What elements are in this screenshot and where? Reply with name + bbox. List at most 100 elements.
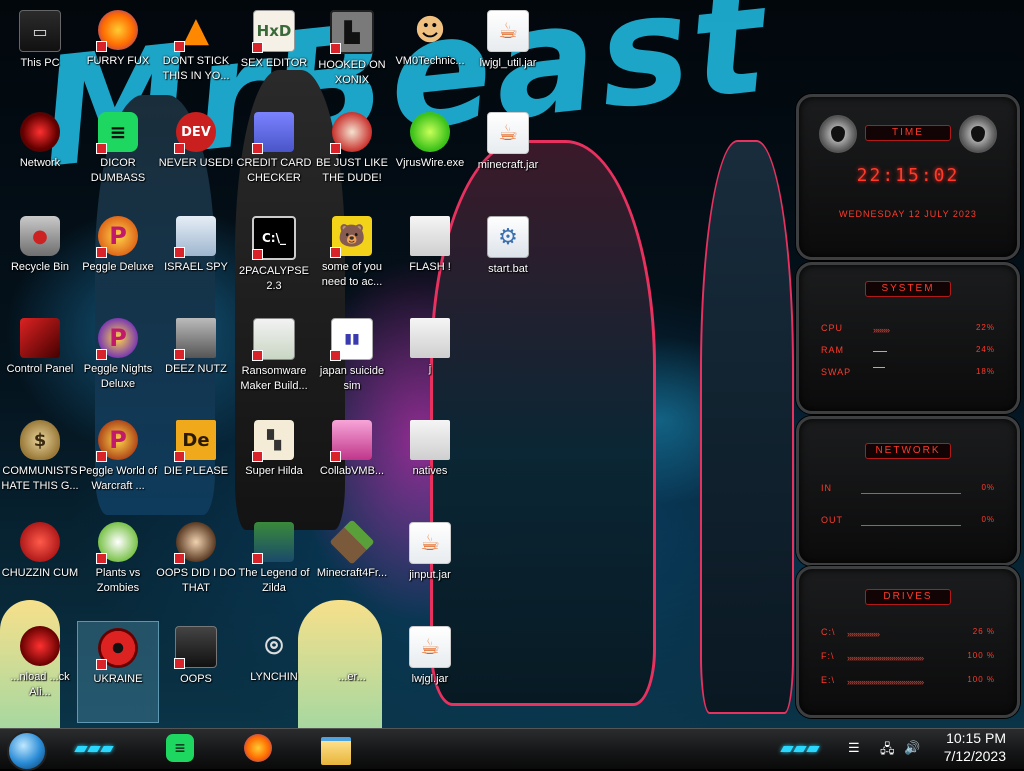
drive-e-row: E:\ »»»»»»»»»»»»»»»»»»» 100 % — [821, 675, 995, 689]
download-app-icon — [20, 626, 60, 666]
desktop-icon-be-just-like[interactable]: BE JUST LIKE THE DUDE! — [312, 106, 392, 206]
desktop-icon-vm0technic[interactable]: ☻ VM0Technic... — [390, 4, 470, 104]
desktop-icon-dicor[interactable]: ≡ DICOR DUMBASS — [78, 106, 158, 206]
desktop-icon-network[interactable]: Network — [0, 106, 80, 206]
drive-c-value: 26 % — [972, 627, 995, 636]
peggle-icon: P — [96, 216, 138, 258]
desktop-icon-j-folder[interactable]: j — [390, 312, 470, 412]
java-jar-icon: ☕ — [487, 112, 529, 154]
desktop-icon-control-panel[interactable]: Control Panel — [0, 312, 80, 412]
taskbar-deco-right — [780, 739, 821, 752]
time-widget: TIME 22:15:02 WEDNESDAY 12 JULY 2023 — [796, 94, 1020, 260]
taskbar-spotify-button[interactable]: ≡ — [162, 731, 198, 765]
java-jar-icon: ☕ — [409, 626, 451, 668]
desktop-icon-minecraft-ver[interactable]: ...er... — [312, 620, 392, 720]
drive-c-row: C:\ »»»»»»»» 26 % — [821, 627, 995, 641]
drive-f-label: F:\ — [821, 651, 835, 661]
desktop-icon-legend-zilda[interactable]: The Legend of Zilda — [234, 516, 314, 616]
taskbar-file-explorer-button[interactable] — [318, 731, 354, 765]
desktop-icon-ransomware[interactable]: Ransomware Maker Build... — [234, 312, 314, 412]
desktop-icon-plants-zombies[interactable]: Plants vs Zombies — [78, 516, 158, 616]
desktop-icon-furry-fux[interactable]: FURRY FUX — [78, 4, 158, 104]
santa-face-icon — [330, 112, 372, 154]
desktop-icon-peggle-deluxe[interactable]: P Peggle Deluxe — [78, 210, 158, 310]
taskbar — [0, 728, 1024, 769]
desktop-icon-flash[interactable]: FLASH ! — [390, 210, 470, 310]
system-widget-title: SYSTEM — [865, 281, 951, 297]
desktop-icon-super-hilda[interactable]: ▚ Super Hilda — [234, 414, 314, 514]
desktop-icon-dont-stick[interactable]: ▲ DONT STICK THIS IN YO... — [156, 4, 236, 104]
spotify-icon: ≡ — [96, 112, 138, 154]
drive-f-bar: »»»»»»»»»»»»»»»»»»» — [847, 653, 924, 663]
document-icon: ▮▮ — [330, 318, 373, 361]
credit-card-icon — [252, 112, 294, 154]
drive-e-value: 100 % — [967, 675, 995, 684]
desktop-icon-chuzzin[interactable]: CHUZZIN CUM — [0, 516, 80, 616]
desktop-icon-sex-editor[interactable]: HxD SEX EDITOR — [234, 4, 314, 104]
ram-bar — [873, 351, 887, 360]
desktop-icon-natives[interactable]: natives — [390, 414, 470, 514]
desktop-icon-recycle-bin[interactable]: ● Recycle Bin — [0, 210, 80, 310]
wallpaper-figure-right — [700, 140, 794, 714]
chuzzle-icon — [20, 522, 60, 562]
desktop-icon-jinput[interactable]: ☕ jinput.jar — [390, 516, 470, 616]
desktop-icon-collabvmb[interactable]: CollabVMB... — [312, 414, 392, 514]
ram-row: RAM 24% — [821, 345, 995, 359]
network-tray-icon[interactable]: 🖧 — [880, 740, 895, 762]
taskbar-deco-left — [74, 739, 115, 752]
desktop-icon-oops[interactable]: OOPS — [156, 620, 236, 720]
desktop-icon-die-please[interactable]: De DIE PLEASE — [156, 414, 236, 514]
limewire-icon — [410, 112, 450, 152]
net-in-value: 0% — [981, 483, 995, 492]
desktop-icon-ukraine[interactable]: UKRAINE — [77, 621, 159, 723]
drive-e-bar: »»»»»»»»»»»»»»»»»»» — [847, 677, 924, 687]
cpu-row: CPU »»»» 22% — [821, 323, 995, 337]
net-in-graph — [861, 485, 961, 494]
desktop-icon-lwjgl[interactable]: ☕ lwjgl.jar — [390, 620, 470, 720]
desktop-icon-peggle-world[interactable]: P Peggle World of Warcraft ... — [78, 414, 158, 514]
network-share-icon — [174, 216, 216, 258]
cpu-label: CPU — [821, 323, 844, 333]
desktop-icon-oops-did[interactable]: OOPS DID I DO THAT — [156, 516, 236, 616]
network-widget-title: NETWORK — [865, 443, 951, 459]
swap-value: 18% — [975, 367, 995, 376]
desktop-icon-2pacalypse[interactable]: C:\_ 2PACALYPSE 2.3 — [234, 210, 314, 310]
taskbar-firefox-button[interactable] — [240, 731, 276, 765]
desktop-icon-japan-suicide[interactable]: ▮▮ japan suicide sim — [312, 312, 392, 412]
desktop-icon-minecraft4r[interactable]: Minecraft4Fr... — [312, 516, 392, 616]
desktop-icon-minecraft-jar[interactable]: ☕ minecraft.jar — [468, 106, 548, 206]
start-orb-button[interactable] — [7, 731, 47, 771]
time-widget-title: TIME — [865, 125, 951, 141]
volume-tray-icon[interactable]: 🔊 — [904, 740, 920, 756]
desktop-icon-never-used[interactable]: DEV NEVER USED! — [156, 106, 236, 206]
desktop-icon-some-of-you[interactable]: 🐻 some of you need to ac... — [312, 210, 392, 310]
pink-monitor-icon — [330, 420, 372, 462]
desktop-icon-hooked-on-xonix[interactable]: ▙ HOOKED ON XONIX — [312, 4, 392, 104]
desktop-icon-credit-card[interactable]: CREDIT CARD CHECKER — [234, 106, 314, 206]
network-widget: NETWORK IN 0% OUT 0% — [796, 416, 1020, 566]
desktop-icon-lwjgl-util[interactable]: ☕ lwjgl_util.jar — [468, 4, 548, 104]
java-jar-icon: ☕ — [409, 522, 451, 564]
taskbar-time: 10:15 PM — [946, 730, 1006, 746]
desktop-icon-peggle-nights[interactable]: P Peggle Nights Deluxe — [78, 312, 158, 412]
desktop-icon-deez-nutz[interactable]: DEEZ NUTZ — [156, 312, 236, 412]
show-hidden-icons-button[interactable]: ☰ — [848, 740, 860, 756]
portrait-icon — [174, 522, 216, 564]
pvz-flower-icon — [96, 522, 138, 564]
widget-clock: 22:15:02 — [856, 165, 960, 186]
desktop-icon-communists[interactable]: $ COMMUNISTS HATE THIS G... — [0, 414, 80, 514]
drive-e-label: E:\ — [821, 675, 836, 685]
net-out-label: OUT — [821, 515, 843, 525]
desktop-icon-vjruswire[interactable]: VjrusWire.exe — [390, 106, 470, 206]
java-jar-icon: ☕ — [487, 10, 529, 52]
desktop-icon-start-bat[interactable]: ⚙ start.bat — [468, 210, 548, 310]
desktop-icon-this-pc[interactable]: ▭ This PC — [0, 4, 80, 104]
cpu-bar: »»»» — [873, 325, 890, 335]
desktop-icon-lynchin[interactable]: ⌾ LYNCHIN — [234, 620, 314, 720]
drives-widget-title: DRIVES — [865, 589, 951, 605]
taskbar-clock[interactable]: 10:15 PM 7/12/2023 — [944, 729, 1006, 765]
app-icon — [332, 626, 372, 666]
desktop-icon-download[interactable]: ...nload ...ck Ali... — [0, 620, 80, 720]
swap-bar — [873, 367, 885, 376]
desktop-icon-israel-spy[interactable]: ISRAEL SPY — [156, 210, 236, 310]
